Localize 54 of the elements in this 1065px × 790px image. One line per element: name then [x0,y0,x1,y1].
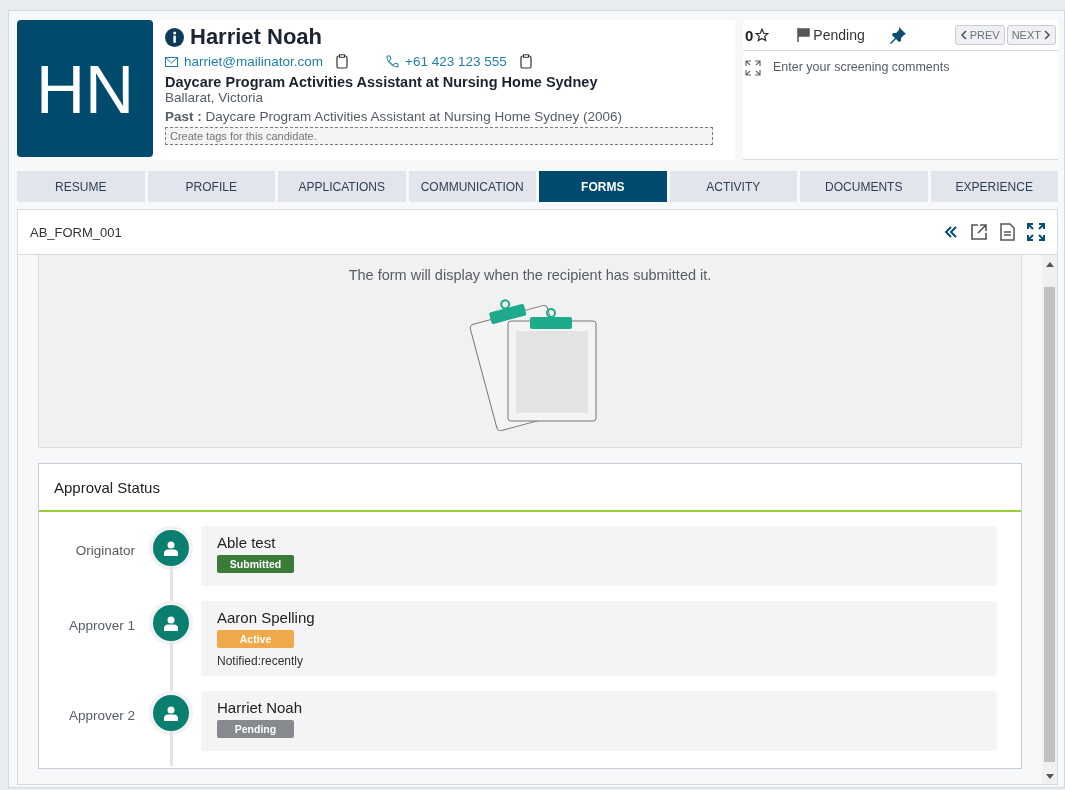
chevron-right-icon [1044,30,1051,40]
avatar-initials: HN [17,20,153,157]
step-role: Approver 2 [67,707,135,723]
status-badge: Active [217,630,294,648]
approver-name: Harriet Noah [217,699,304,716]
chevron-left-icon [959,30,967,40]
user-icon [153,530,189,566]
phone-icon [385,54,399,69]
form-title: AB_FORM_001 [30,224,123,240]
email-link[interactable]: harriet@mailinator.com [184,54,323,69]
tab[interactable]: PROFILE [147,171,275,202]
tab[interactable]: COMMUNICATION [408,171,536,202]
user-icon [153,695,189,731]
star-icon[interactable] [755,28,770,42]
rating-count: 0 [745,26,754,44]
tab[interactable]: DOCUMENTS [800,171,928,202]
flag-icon[interactable] [797,28,811,42]
form-message: The form will display when the recipient has submitted it. [348,267,712,283]
location-text: Ballarat, Victoria [165,90,265,105]
approval-title: Approval Status [39,464,1021,512]
status-badge: Submitted [217,555,294,573]
expand-icon[interactable] [745,60,761,76]
tab[interactable]: EXPERIENCE [930,171,1058,202]
tab[interactable]: FORMS [539,171,667,202]
approver-name: Aaron Spelling [217,609,316,626]
tab[interactable]: ACTIVITY [669,171,797,202]
info-icon[interactable] [165,27,184,47]
tab[interactable]: APPLICATIONS [278,171,406,202]
approver-name: Able test [217,534,277,551]
collapse-icon[interactable] [944,225,958,239]
clipboard-icon[interactable] [518,54,533,69]
phone-link[interactable]: +61 423 123 555 [405,54,507,69]
prev-button[interactable]: PREV [954,25,1005,45]
candidate-name: Harriet Noah [190,24,323,50]
clipboard-icon[interactable] [335,54,349,69]
scroll-down-icon[interactable] [1045,774,1054,780]
external-link-icon[interactable] [970,223,988,241]
scrollbar-thumb[interactable] [1044,287,1055,762]
fullscreen-icon[interactable] [1027,223,1045,241]
notified-text: Notified:recently [217,654,305,668]
job-headline: Daycare Program Activities Assistant at Nursing Home Sydney [165,74,599,90]
scroll-up-icon[interactable] [1045,261,1054,267]
status-badge: Pending [217,720,294,738]
tags-field[interactable]: Create tags for this candidate. [165,127,713,145]
next-button[interactable]: NEXT [1006,25,1056,45]
tab[interactable]: RESUME [17,171,145,202]
step-role: Approver 1 [67,617,135,633]
past-position: Past : Daycare Program Activities Assistant at Nursing Home Sydney (2006) [165,109,623,124]
status-text: Pending [813,27,865,43]
step-role: Originator [74,542,135,558]
mail-icon [165,56,178,67]
user-icon [153,605,189,641]
document-icon[interactable] [1000,223,1015,241]
pin-icon[interactable] [888,26,907,44]
